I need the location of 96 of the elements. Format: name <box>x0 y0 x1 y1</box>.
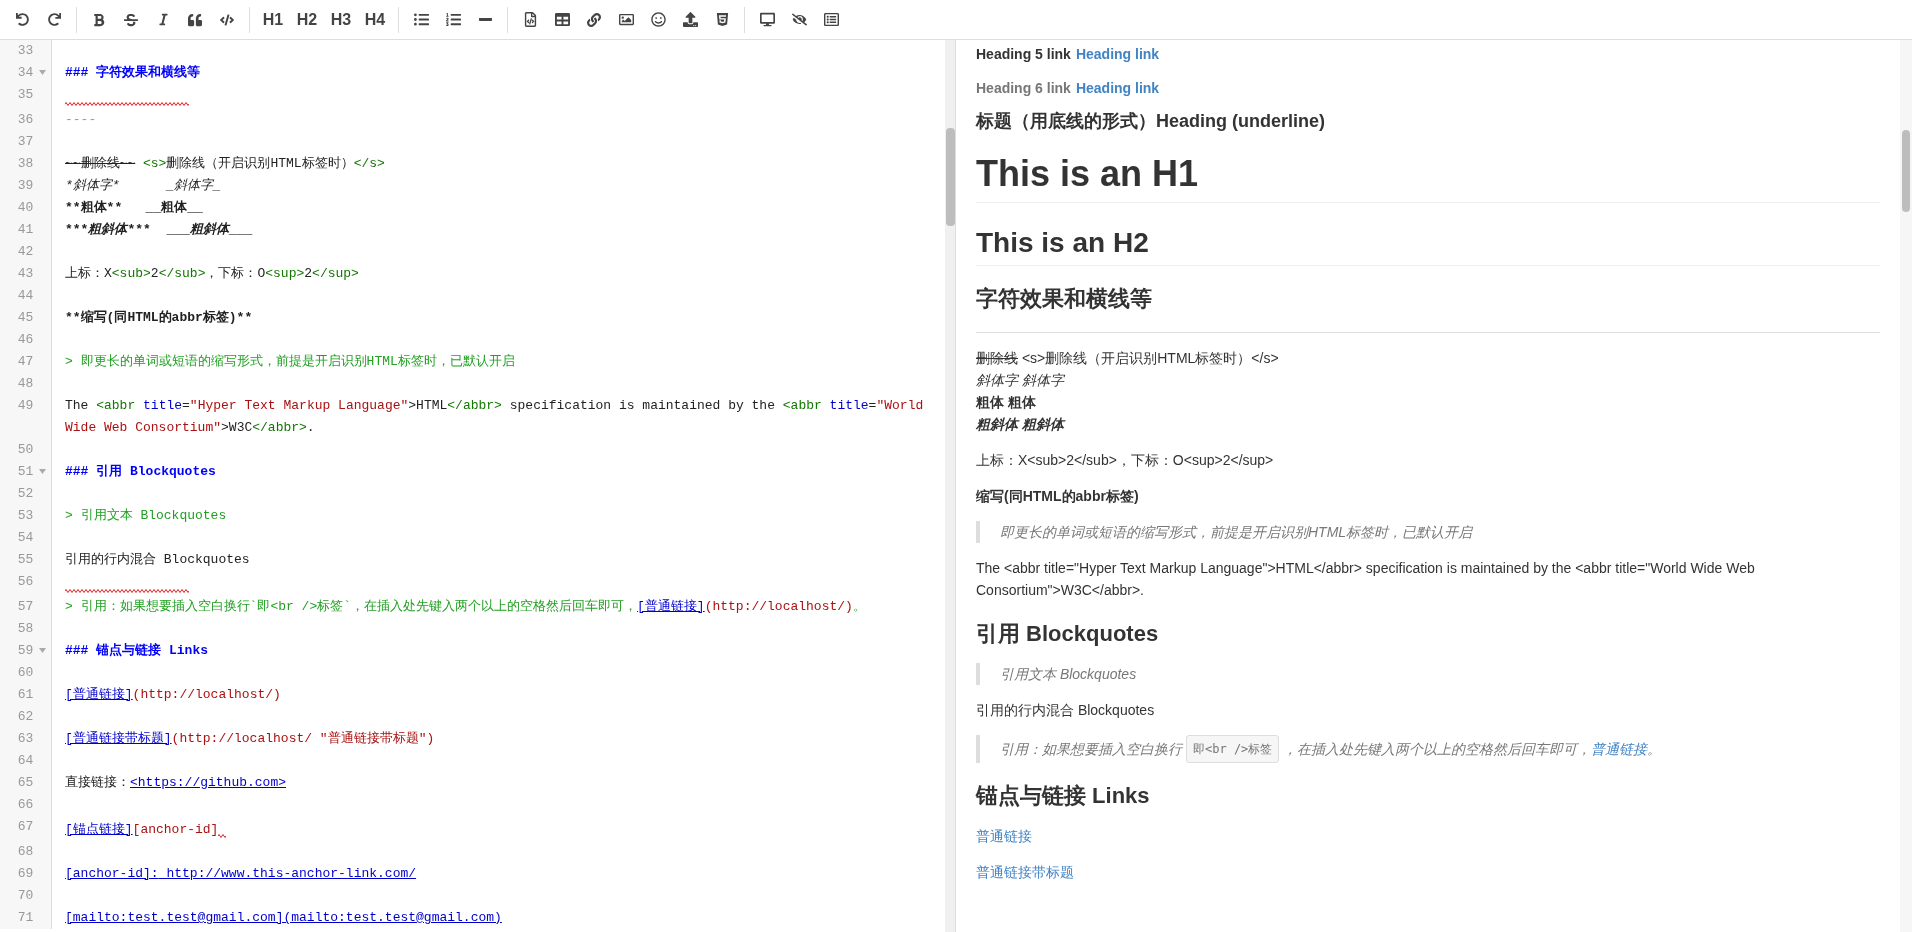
line-number: 56 <box>16 573 34 591</box>
paragraph-text: 斜体字 斜体字 <box>976 371 1066 390</box>
line-number: 40 <box>16 199 34 217</box>
line-number: 69 <box>16 865 34 883</box>
line-number: 53 <box>16 507 34 525</box>
link[interactable]: Heading link <box>1075 78 1160 98</box>
line-number: 35 <box>16 86 34 104</box>
spellcheck-squiggle-icon <box>218 833 227 838</box>
paragraph-text: 引用的行内混合 Blockquotes <box>976 701 1156 720</box>
line-number: 68 <box>16 843 34 861</box>
blockquote-text: 引用文本 Blockquotes <box>1000 665 1138 684</box>
line-number: 62 <box>16 708 34 726</box>
scrollbar-thumb[interactable] <box>945 128 955 226</box>
heading-button[interactable]: H2 <box>290 4 324 35</box>
heading-button[interactable]: H1 <box>256 4 290 35</box>
heading-text: 字符效果和横线等 <box>976 285 1153 313</box>
code-line: ---- <box>65 111 97 129</box>
line-number: 67 <box>16 818 34 836</box>
line-number: 46 <box>16 331 34 349</box>
code-line: [锚点链接][anchor-id] <box>65 821 219 839</box>
line-number: 33 <box>16 42 34 60</box>
line-number: 42 <box>16 243 34 261</box>
code-line: 引用的行内混合 Blockquotes <box>65 551 250 569</box>
line-number: 47 <box>16 353 34 371</box>
line-number: 36 <box>16 111 34 129</box>
line-number: 34 <box>16 64 34 82</box>
line-number: 48 <box>16 375 34 393</box>
line-number: 57 <box>16 598 34 616</box>
line-number: 58 <box>16 620 34 638</box>
spellcheck-squiggle-icon <box>65 588 189 593</box>
code-line: 直接链接：<https://github.com> <box>65 774 287 792</box>
spellcheck-squiggle-icon <box>65 101 189 106</box>
line-number: 65 <box>16 774 34 792</box>
code-line: ### 锚点与链接 Links <box>65 642 208 660</box>
line-number: 60 <box>16 664 34 682</box>
heading-text: This is an H2 <box>976 226 1150 260</box>
blockquote-text: 。 <box>1647 740 1662 759</box>
paragraph-text: 粗体 粗体 <box>976 393 1037 412</box>
heading-text: 锚点与链接 Links <box>976 782 1151 810</box>
blockquote-text: 即更长的单词或短语的缩写形式，前提是开启识别HTML标签时，已默认开启 <box>1000 523 1474 542</box>
code-line: [mailto:test.test@gmail.com](mailto:test.test@gmail.com) <box>65 909 502 927</box>
code-line: [anchor-id]: http://www.this-anchor-link.com/ <box>65 865 417 883</box>
line-number: 43 <box>16 265 34 283</box>
blockquote-text: 引用：如果想要插入空白换行 <box>1000 740 1182 759</box>
paragraph-text: The <abbr title="Hyper Text Markup Language">HTML</abbr> specification is maintained by the <abbr title="World Wide Web Consortium">W3C</abbr>. <box>976 559 1756 600</box>
inline-code: 即<br />标签 <box>1186 735 1280 763</box>
code-line: The <abbr title="Hyper Text Markup Language">HTML</abbr> specification is maintained by the <abbr title="World Wide Web Consortium">W3C</abbr>. <box>65 397 925 437</box>
code-line: > 引用：如果想要插入空白换行`即<br />标签`，在插入处先键入两个以上的空格然后回车即可，[普通链接](http://localhost/)。 <box>65 598 866 616</box>
heading-text: 标题（用底线的形式）Heading (underline) <box>976 110 1326 133</box>
code-line: *斜体字* _斜体字_ <box>65 177 221 195</box>
code-line: [普通链接带标题](http://localhost/ "普通链接带标题") <box>65 730 435 748</box>
line-number: 55 <box>16 551 34 569</box>
heading-text: Heading 6 link <box>976 79 1071 98</box>
scrollbar-thumb[interactable] <box>1902 130 1910 212</box>
link[interactable]: 普通链接 <box>1591 738 1648 760</box>
line-number: 66 <box>16 796 34 814</box>
line-number: 45 <box>16 309 34 327</box>
line-number: 39 <box>16 177 34 195</box>
blockquote-text: ，在插入处先键入两个以上的空格然后回车即可， <box>1283 740 1592 759</box>
heading-button[interactable]: H3 <box>324 4 358 35</box>
code-line: ### 引用 Blockquotes <box>65 463 216 481</box>
code-line: ~~删除线~~ <s>删除线（开启识别HTML标签时）</s> <box>65 155 385 173</box>
line-number: 41 <box>16 221 34 239</box>
link[interactable]: 普通链接 <box>976 825 1032 847</box>
paragraph-text: 删除线 <s>删除线（开启识别HTML标签时）</s> <box>976 349 1280 368</box>
heading-text: Heading 5 link <box>976 45 1071 64</box>
code-line: **粗体** __粗体__ <box>65 199 203 217</box>
line-number: 59 <box>16 642 34 660</box>
code-line: 上标：X<sub>2</sub>，下标：O<sup>2</sup> <box>65 265 359 283</box>
heading-button[interactable]: H4 <box>358 4 392 35</box>
code-line: [普通链接](http://localhost/) <box>65 686 281 704</box>
link[interactable]: 普通链接带标题 <box>976 861 1074 883</box>
code-line: ***粗斜体*** ___粗斜体___ <box>65 221 253 239</box>
line-number: 71 <box>16 909 34 927</box>
paragraph-text: 缩写(同HTML的abbr标签) <box>976 487 1140 506</box>
line-number: 38 <box>16 155 34 173</box>
link[interactable]: Heading link <box>1075 44 1160 64</box>
paragraph-text: 上标：X<sub>2</sub>，下标：O<sup>2</sup> <box>976 451 1275 470</box>
line-number: 61 <box>16 686 34 704</box>
code-line: ### 字符效果和横线等 <box>65 63 201 82</box>
code-line: **缩写(同HTML的abbr标签)** <box>65 309 253 327</box>
heading-text: This is an H1 <box>976 152 1200 196</box>
line-number: 50 <box>16 441 34 459</box>
code-line: > 即更长的单词或短语的缩写形式，前提是开启识别HTML标签时，已默认开启 <box>65 353 515 371</box>
paragraph-text: 粗斜体 粗斜体 <box>976 415 1067 434</box>
heading-text: 引用 Blockquotes <box>976 620 1160 648</box>
line-number: 70 <box>16 887 34 905</box>
line-number: 63 <box>16 730 34 748</box>
line-number: 64 <box>16 752 34 770</box>
line-number: 52 <box>16 485 34 503</box>
line-number: 49 <box>16 397 34 415</box>
code-line: > 引用文本 Blockquotes <box>65 507 227 525</box>
line-number: 44 <box>16 287 34 305</box>
line-number: 37 <box>16 133 34 151</box>
line-number: 51 <box>16 463 34 481</box>
line-number: 54 <box>16 529 34 547</box>
